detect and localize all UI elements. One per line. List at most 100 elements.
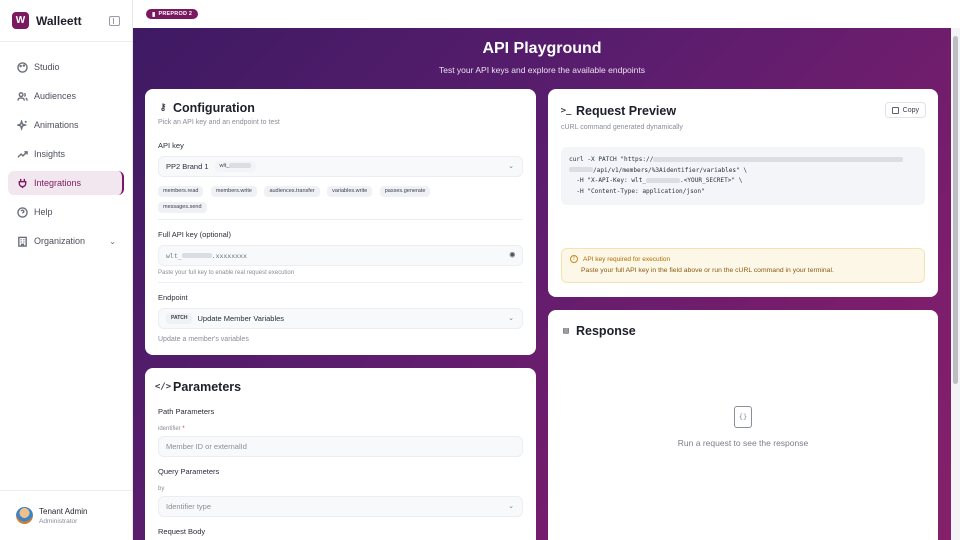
page-scrollbar[interactable]: [951, 28, 960, 540]
chevron-down-icon: ⌄: [508, 503, 514, 510]
divider: [158, 282, 523, 283]
code-icon: </>: [154, 382, 172, 392]
plug-icon: [17, 178, 28, 189]
sidebar-item-studio[interactable]: Studio: [8, 55, 124, 79]
api-key-prefix-badge: wlt_: [214, 161, 257, 172]
full-api-key-suffix: .xxxxxxxx: [211, 251, 247, 260]
key-icon: ⚷: [159, 103, 167, 113]
app-name: Walleett: [36, 13, 82, 28]
query-parameters-label: Query Parameters: [158, 467, 220, 476]
sidebar-item-label: Studio: [34, 62, 60, 72]
sidebar-item-label: Audiences: [34, 91, 77, 101]
chevron-down-icon: ⌄: [508, 163, 514, 170]
avatar: [16, 507, 33, 524]
alert-circle-icon: !: [570, 255, 578, 263]
endpoint-name: Update Member Variables: [197, 314, 285, 323]
warning-title: API key required for execution: [583, 255, 671, 263]
configuration-title: Configuration: [173, 101, 255, 115]
code-line: curl -X PATCH "https://: [569, 156, 654, 163]
api-key-label: API key: [158, 141, 184, 150]
identifier-placeholder: Member ID or externalId: [166, 442, 247, 451]
scope-list: members.read members.write audiences.tra…: [158, 181, 523, 213]
scope-badge: members.write: [210, 186, 257, 197]
page-title: API Playground: [482, 40, 602, 57]
scope-badge: messages.send: [158, 202, 207, 213]
identifier-label: identifier *: [158, 426, 523, 432]
endpoint-description: Update a member's variables: [158, 336, 249, 343]
full-api-key-hint: Paste your full key to enable real reque…: [158, 270, 295, 276]
scope-badge: passes.generate: [379, 186, 431, 197]
divider: [158, 219, 523, 220]
full-api-key-label: Full API key (optional): [158, 230, 231, 239]
response-empty-text: Run a request to see the response: [677, 438, 809, 448]
sidebar-item-integrations[interactable]: Integrations: [8, 171, 124, 195]
user-role: Administrator: [39, 517, 78, 525]
identifier-type-placeholder: Identifier type: [166, 502, 212, 511]
brand-header: W Walleett: [0, 0, 132, 42]
main-content: API Playground Test your API keys and ex…: [133, 28, 951, 540]
sidebar-item-label: Animations: [34, 120, 79, 130]
code-line: /api/v1/members/%3Aidentifier/variables"…: [593, 166, 748, 174]
sidebar-item-label: Insights: [34, 149, 66, 159]
request-body-label: Request Body: [158, 527, 206, 536]
configuration-card: ⚷ Configuration Pick an API key and an e…: [145, 89, 536, 355]
api-key-select[interactable]: PP2 Brand 1 wlt_ ⌄: [158, 156, 523, 177]
code-line: .<YOUR_SECRET>" \: [680, 177, 743, 184]
env-badge: ▮ PREPROD 2: [146, 9, 199, 19]
full-api-key-input[interactable]: wlt_ .xxxxxxxx ◉: [158, 245, 523, 266]
identifier-type-select[interactable]: Identifier type ⌄: [158, 496, 523, 517]
api-key-warning: ! API key required for execution Paste y…: [561, 248, 925, 283]
user-profile[interactable]: Tenant Admin Administrator: [0, 490, 132, 540]
chevron-down-icon[interactable]: ⌄: [109, 237, 116, 246]
endpoint-label: Endpoint: [158, 293, 188, 302]
sidebar-collapse-icon[interactable]: [109, 15, 120, 26]
endpoint-select[interactable]: PATCH Update Member Variables ⌄: [158, 308, 523, 329]
copy-button[interactable]: Copy: [884, 102, 926, 118]
path-parameters-label: Path Parameters: [158, 407, 215, 416]
response-title: Response: [576, 324, 636, 338]
sidebar: W Walleett Studio Audiences Animations I…: [0, 0, 133, 540]
parameters-title: Parameters: [173, 380, 242, 394]
sidebar-item-label: Help: [34, 207, 53, 217]
app-logo[interactable]: W: [12, 12, 29, 29]
response-card: ▤ Response {} Run a request to see the r…: [548, 310, 938, 540]
sidebar-item-label: Integrations: [34, 178, 82, 188]
scope-badge: members.read: [158, 186, 204, 197]
identifier-input[interactable]: Member ID or externalId: [158, 436, 523, 457]
request-preview-card: >_ Request Preview cURL command generate…: [548, 89, 938, 297]
api-key-prefix: wlt_: [219, 163, 230, 169]
users-icon: [17, 91, 28, 102]
http-method-badge: PATCH: [166, 313, 193, 324]
copy-icon: [891, 106, 899, 114]
parameters-card: </> Parameters Path Parameters identifie…: [145, 368, 536, 540]
file-code-icon: {}: [734, 406, 752, 428]
sidebar-item-organization[interactable]: Organization ⌄: [8, 229, 124, 253]
building-icon: [17, 236, 28, 247]
sidebar-nav: Studio Audiences Animations Insights Int…: [0, 42, 132, 253]
sidebar-item-help[interactable]: Help: [8, 200, 124, 224]
terminal-icon: >_: [560, 106, 572, 116]
by-label: by: [158, 486, 165, 492]
scrollbar-thumb[interactable]: [953, 36, 958, 384]
sidebar-item-insights[interactable]: Insights: [8, 142, 124, 166]
chevron-down-icon: ⌄: [508, 315, 514, 322]
page-subtitle: Test your API keys and explore the avail…: [438, 65, 646, 75]
user-name: Tenant Admin: [39, 506, 88, 516]
configuration-subtitle: Pick an API key and an endpoint to test: [158, 119, 280, 126]
identifier-label-text: identifier: [158, 426, 181, 432]
sidebar-item-animations[interactable]: Animations: [8, 113, 124, 137]
palette-icon: [17, 61, 28, 73]
required-mark: *: [182, 426, 185, 432]
scope-badge: variables.write: [327, 186, 373, 197]
api-key-selected: PP2 Brand 1: [166, 162, 209, 171]
request-preview-title: Request Preview: [576, 104, 677, 118]
flask-icon: ▮: [152, 11, 156, 18]
trending-up-icon: [17, 149, 28, 160]
curl-code-block[interactable]: curl -X PATCH "https:// /api/v1/members/…: [561, 147, 925, 205]
copy-label: Copy: [902, 106, 919, 114]
request-preview-subtitle: cURL command generated dynamically: [561, 124, 683, 131]
warning-text: Paste your full API key in the field abo…: [581, 267, 834, 274]
sidebar-item-label: Organization: [34, 236, 86, 246]
eye-icon[interactable]: ◉: [510, 250, 515, 260]
sidebar-item-audiences[interactable]: Audiences: [8, 84, 124, 108]
